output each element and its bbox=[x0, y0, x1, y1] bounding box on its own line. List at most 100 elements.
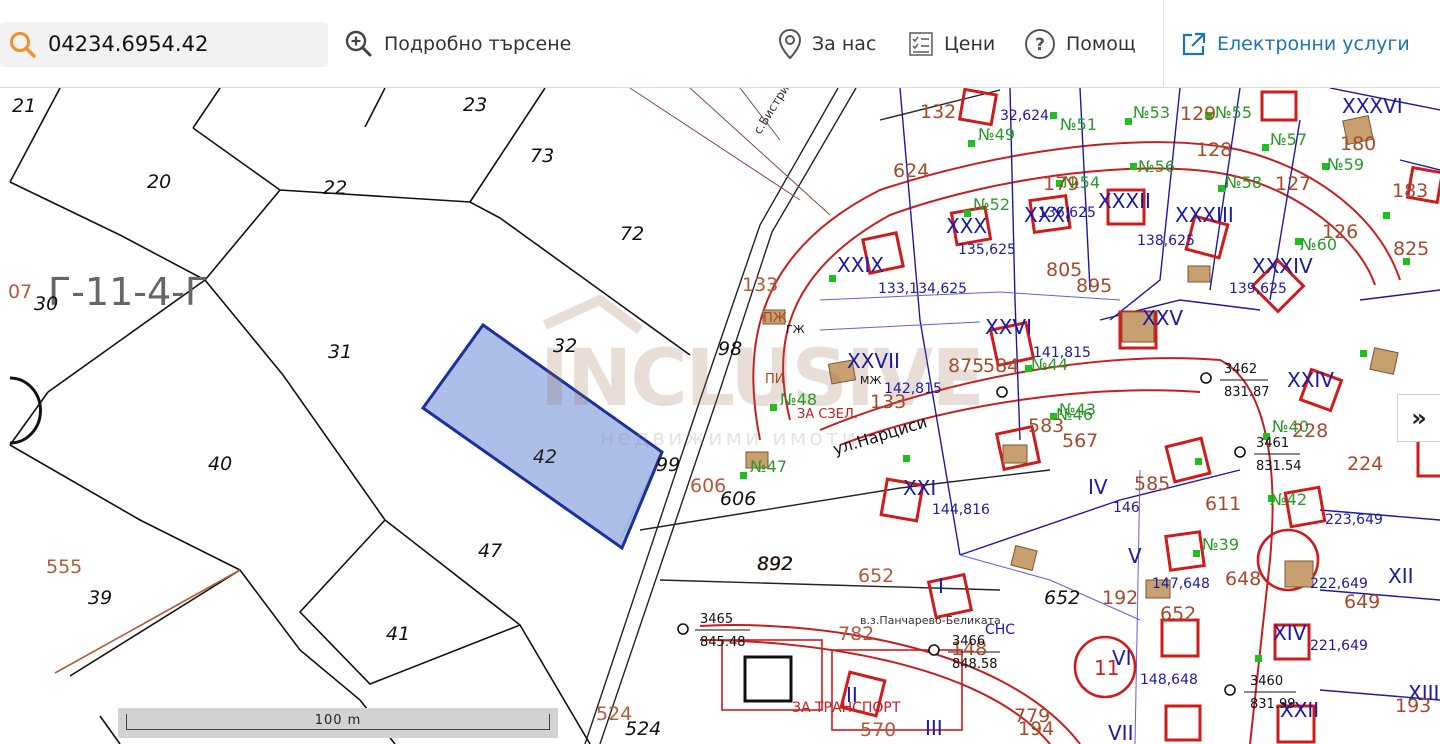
parcel-number: 72 bbox=[620, 223, 644, 245]
well-number: №55 bbox=[1215, 103, 1252, 122]
watermark-sub: недвижими имоти bbox=[600, 426, 859, 451]
lot-label: XXVII bbox=[847, 349, 900, 373]
parcel-number: 21 bbox=[12, 95, 36, 117]
location-pin-icon bbox=[778, 28, 802, 60]
marker-label: СНС bbox=[985, 622, 1015, 638]
lot-label: I bbox=[938, 574, 944, 598]
advanced-search-link[interactable]: Подробно търсене bbox=[344, 27, 571, 61]
code-brown: 825 bbox=[1393, 238, 1429, 260]
code-brown: 179 bbox=[1043, 173, 1079, 195]
e-services-link[interactable]: Електронни услуги bbox=[1181, 27, 1410, 61]
benchmark-id: 3462 bbox=[1224, 362, 1257, 377]
code-brown: 224 bbox=[1347, 453, 1383, 475]
parcel-number: 73 bbox=[530, 145, 554, 167]
about-label: За нас bbox=[812, 33, 877, 55]
parcel-number: 23 bbox=[463, 94, 487, 116]
code-brown: 128 bbox=[1196, 139, 1232, 161]
plot-code: 222,649 bbox=[1310, 576, 1368, 592]
advanced-search-label: Подробно търсене bbox=[384, 33, 572, 55]
search-icon[interactable] bbox=[8, 30, 38, 60]
code-brown: 649 bbox=[1344, 591, 1380, 613]
parcel-number: 39 bbox=[88, 587, 112, 609]
search-input[interactable] bbox=[48, 28, 318, 60]
code-brown: 192 bbox=[1102, 587, 1138, 609]
lot-label: III bbox=[925, 716, 943, 740]
help-icon: ? bbox=[1025, 29, 1055, 59]
about-link[interactable]: За нас bbox=[778, 27, 876, 61]
well-number: №51 bbox=[1060, 115, 1097, 134]
well-number: №43 bbox=[1059, 400, 1096, 419]
code-brown: 584 bbox=[983, 355, 1019, 377]
selected-parcel-number: 42 bbox=[533, 446, 557, 468]
lot-label: XXXIV bbox=[1252, 254, 1313, 278]
parcel-number-brown: 570 bbox=[860, 719, 896, 741]
well-number: №53 bbox=[1133, 103, 1170, 122]
e-services-label: Електронни услуги bbox=[1217, 33, 1410, 55]
lot-label: XXV bbox=[1142, 306, 1183, 330]
code-brown: 132 bbox=[920, 101, 956, 123]
cadastral-map[interactable]: INCLUSIVE недвижими имоти Г-11-4-Г 07 42 21… bbox=[0, 88, 1440, 744]
prices-link[interactable]: Цени bbox=[908, 27, 995, 61]
parcel-number: 32 bbox=[553, 335, 577, 357]
road-name: ЗА СЗЕЛ. bbox=[797, 407, 858, 422]
benchmark-id: 3461 bbox=[1256, 436, 1289, 451]
code-brown: 895 bbox=[1076, 275, 1112, 297]
search-box[interactable] bbox=[0, 22, 328, 67]
benchmark-elevation: 845.48 bbox=[700, 635, 746, 650]
plot-code: 221,649 bbox=[1310, 638, 1368, 654]
plot-code: 146 bbox=[1113, 500, 1140, 516]
benchmark-id: 3460 bbox=[1250, 674, 1283, 689]
plot-code: 139,625 bbox=[1229, 281, 1287, 297]
plot-code: 133,134,625 bbox=[878, 281, 967, 297]
svg-text:?: ? bbox=[1035, 35, 1045, 55]
lot-label: XII bbox=[1388, 564, 1414, 588]
code-brown: 129 bbox=[1180, 103, 1216, 125]
parcel-number-brown: 652 bbox=[858, 565, 894, 587]
circle-label: 11 bbox=[1094, 656, 1119, 680]
lot-label: IV bbox=[1088, 475, 1108, 499]
code-brown: 126 bbox=[1322, 221, 1358, 243]
parcel-number: 20 bbox=[147, 171, 171, 193]
parcel-number: 40 bbox=[208, 453, 232, 475]
road-name: в.з.Панчарево-Беликата bbox=[860, 614, 1001, 627]
lot-label: XXIX bbox=[837, 253, 884, 277]
code-brown: 127 bbox=[1275, 173, 1311, 195]
code-brown: 611 bbox=[1205, 493, 1241, 515]
external-link-icon bbox=[1182, 32, 1206, 56]
benchmark-id: 3465 bbox=[700, 612, 733, 627]
help-link[interactable]: ? Помощ bbox=[1024, 27, 1136, 61]
marker-label: ПЖ bbox=[763, 311, 787, 326]
zone-label: Г-11-4-Г bbox=[48, 270, 208, 314]
help-label: Помощ bbox=[1066, 33, 1136, 55]
checklist-icon bbox=[909, 32, 933, 56]
code-brown: 183 bbox=[1392, 180, 1428, 202]
well-number: №56 bbox=[1138, 157, 1175, 176]
expand-panel-button[interactable]: » bbox=[1397, 394, 1440, 442]
map-canvas[interactable]: INCLUSIVE недвижими имоти Г-11-4-Г 07 42 21… bbox=[0, 88, 1440, 744]
parcel-number: 99 bbox=[656, 454, 680, 476]
well-number: №42 bbox=[1270, 490, 1307, 509]
zone-prefix: 07 bbox=[8, 281, 32, 303]
lot-label: XXVI bbox=[985, 315, 1032, 339]
plot-code: 148,648 bbox=[1140, 672, 1198, 688]
prices-label: Цени bbox=[944, 33, 996, 55]
plot-code: 223,649 bbox=[1325, 512, 1383, 528]
marker-label: МЖ bbox=[860, 374, 881, 387]
well-number: №47 bbox=[750, 457, 787, 476]
well-number: №39 bbox=[1202, 535, 1239, 554]
plot-code: 136,625 bbox=[1038, 205, 1096, 221]
double-chevron-right-icon: » bbox=[1411, 404, 1427, 432]
benchmark-id: 3466 bbox=[952, 634, 985, 649]
plot-code: 32,624 bbox=[1000, 108, 1049, 124]
benchmark-elevation: 848.58 bbox=[952, 657, 998, 672]
code-brown: 875 bbox=[948, 355, 984, 377]
code-brown: 648 bbox=[1225, 568, 1261, 590]
code-brown: 624 bbox=[893, 160, 929, 182]
parcel-number: 30 bbox=[34, 293, 58, 315]
zoom-plus-icon bbox=[345, 30, 372, 57]
plot-code: 147,648 bbox=[1152, 576, 1210, 592]
watermark-main: INCLUSIVE bbox=[540, 334, 983, 424]
well-number: №52 bbox=[973, 195, 1010, 214]
parcel-number: 524 bbox=[625, 718, 661, 740]
lot-label: V bbox=[1128, 544, 1142, 568]
